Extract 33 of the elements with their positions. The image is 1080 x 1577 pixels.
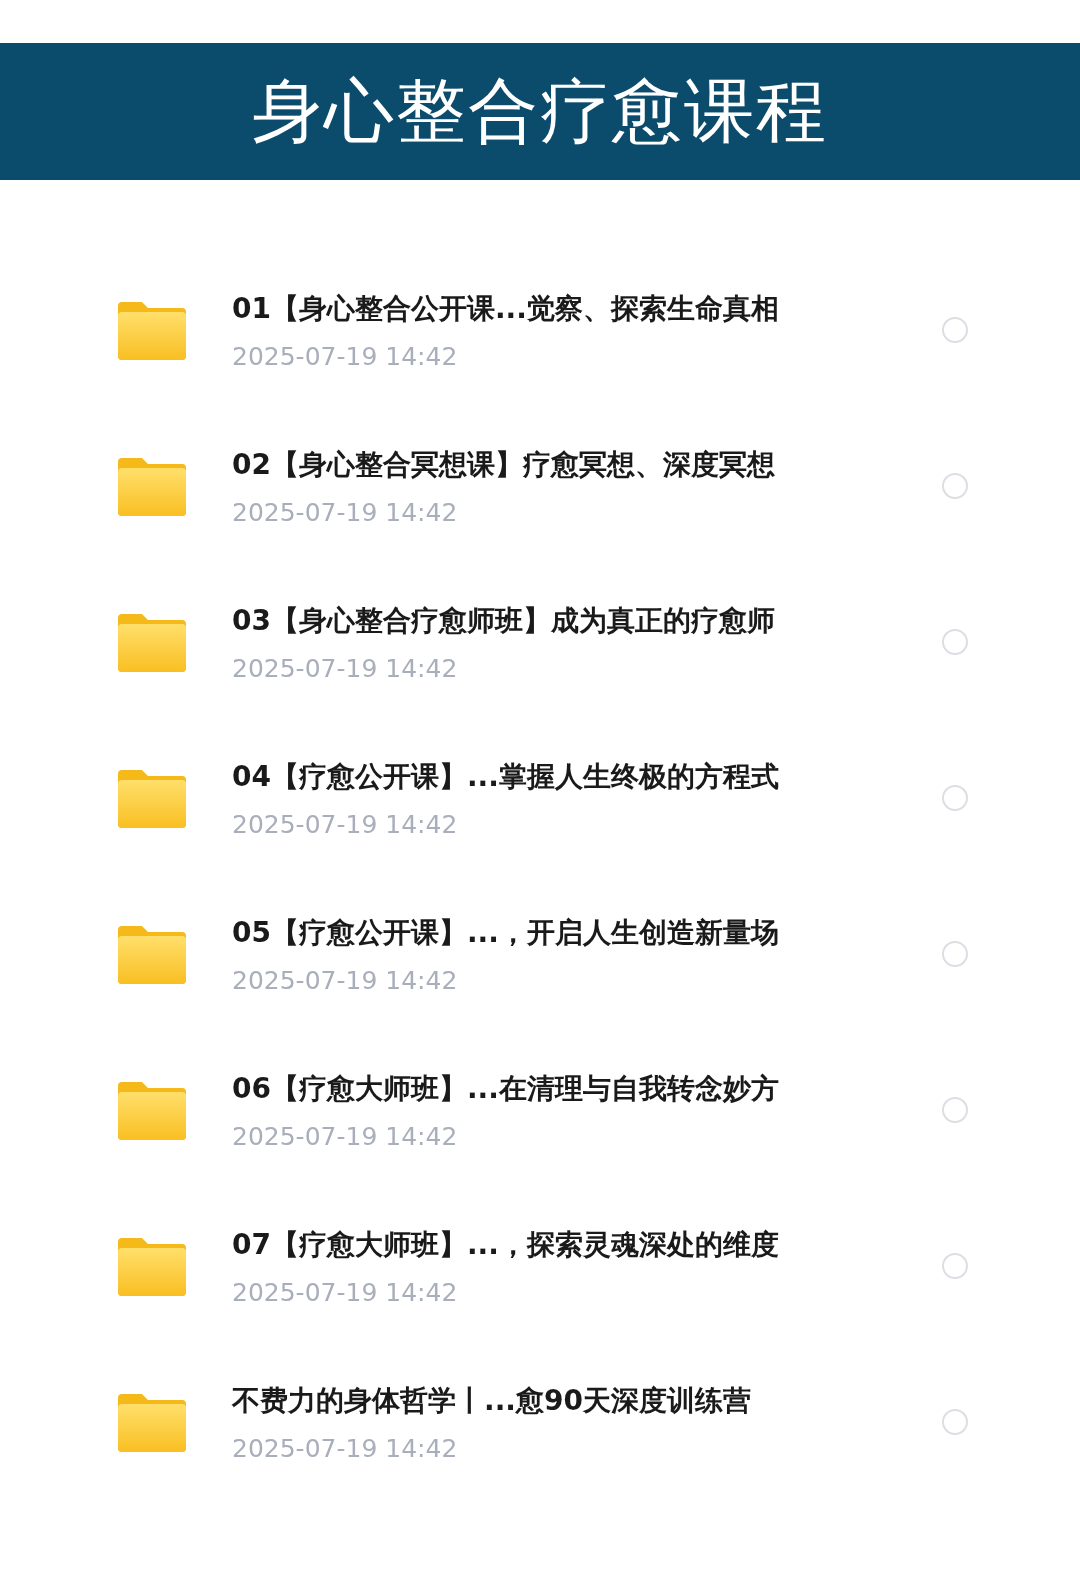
folder-icon [118, 456, 186, 516]
select-radio[interactable] [942, 317, 968, 343]
file-name: 05【疗愈公开课】...，开启人生创造新量场 [232, 914, 780, 951]
file-date: 2025-07-19 14:42 [232, 965, 459, 995]
folder-icon [118, 1392, 186, 1452]
file-name: 01【身心整合公开课...觉察、探索生命真相 [232, 290, 780, 327]
file-date: 2025-07-19 14:42 [232, 1277, 459, 1307]
file-name: 02【身心整合冥想课】疗愈冥想、深度冥想 [232, 446, 776, 483]
file-date: 2025-07-19 14:42 [232, 653, 459, 683]
file-date: 2025-07-19 14:42 [232, 497, 459, 527]
folder-icon [118, 300, 186, 360]
select-radio[interactable] [942, 785, 968, 811]
file-date: 2025-07-19 14:42 [232, 809, 459, 839]
file-date: 2025-07-19 14:42 [232, 341, 459, 371]
select-radio[interactable] [942, 1253, 968, 1279]
folder-icon [118, 768, 186, 828]
folder-icon [118, 1236, 186, 1296]
file-name: 04【疗愈公开课】...掌握人生终极的方程式 [232, 758, 780, 795]
select-radio[interactable] [942, 473, 968, 499]
select-radio[interactable] [942, 941, 968, 967]
select-radio[interactable] [942, 1097, 968, 1123]
folder-icon [118, 924, 186, 984]
file-date: 2025-07-19 14:42 [232, 1433, 459, 1463]
file-name: 06【疗愈大师班】...在清理与自我转念妙方 [232, 1070, 780, 1107]
file-name: 不费力的身体哲学丨...愈90天深度训练营 [232, 1382, 752, 1419]
folder-icon [118, 612, 186, 672]
select-radio[interactable] [942, 629, 968, 655]
file-date: 2025-07-19 14:42 [232, 1121, 459, 1151]
page-title: 身心整合疗愈课程 [252, 68, 828, 154]
select-radio[interactable] [942, 1409, 968, 1435]
file-name: 03【身心整合疗愈师班】成为真正的疗愈师 [232, 602, 776, 639]
file-name: 07【疗愈大师班】...，探索灵魂深处的维度 [232, 1226, 780, 1263]
folder-icon [118, 1080, 186, 1140]
